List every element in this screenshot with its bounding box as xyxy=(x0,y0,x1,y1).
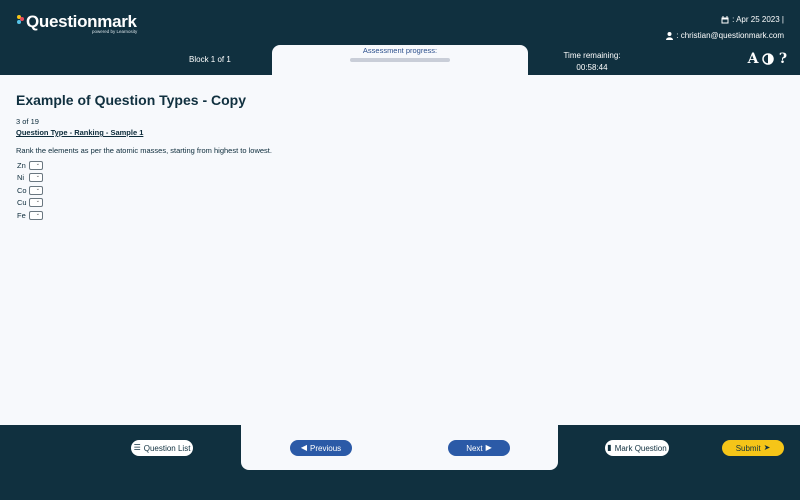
chevron-down-icon: ⌄ xyxy=(35,173,40,180)
accessibility-tools: A ? xyxy=(747,51,789,67)
progress-label: Assessment progress: xyxy=(362,46,438,55)
rank-select[interactable]: ⌄ xyxy=(29,198,43,208)
arrow-right-circle-icon: ▶ xyxy=(485,443,492,452)
rank-item-label: Fe xyxy=(17,210,26,220)
rank-item-label: Zn xyxy=(17,160,26,170)
rank-item: Co ⌄ xyxy=(16,184,776,197)
mark-question-label: Mark Question xyxy=(614,443,667,453)
progress-bar xyxy=(350,58,450,62)
logo-mark-icon xyxy=(17,15,24,24)
arrow-left-circle-icon: ◀ xyxy=(300,443,308,452)
submit-button[interactable]: Submit ➤ xyxy=(722,440,784,456)
help-icon[interactable]: ? xyxy=(777,51,789,67)
rank-item: Cu ⌄ xyxy=(16,197,776,210)
question-counter: 3 of 19 xyxy=(16,117,39,126)
contrast-icon[interactable] xyxy=(762,52,774,66)
user-email: : christian@questionmark.com xyxy=(676,31,784,40)
rank-item: Fe ⌄ xyxy=(16,209,776,222)
user-icon xyxy=(666,32,674,40)
time-label: Time remaining: xyxy=(563,51,621,60)
font-size-icon[interactable]: A xyxy=(747,51,759,67)
next-label: Next xyxy=(466,443,483,453)
chevron-down-icon: ⌄ xyxy=(35,198,40,205)
session-date: : Apr 25 2023 | xyxy=(732,15,784,24)
chevron-down-icon: ⌄ xyxy=(35,210,40,217)
time-remaining: Time remaining: 00:58:44 xyxy=(552,50,632,74)
next-button[interactable]: Next ▶ xyxy=(448,440,510,456)
chevron-down-icon: ⌄ xyxy=(35,185,40,192)
calendar-icon xyxy=(721,16,729,24)
ranking-list: Zn ⌄ Ni ⌄ Co ⌄ Cu ⌄ Fe ⌄ xyxy=(16,159,776,222)
mark-question-button[interactable]: ▮ Mark Question xyxy=(605,440,669,456)
paper-plane-icon: ➤ xyxy=(763,443,771,452)
page-title: Example of Question Types - Copy xyxy=(16,92,247,108)
submit-label: Submit xyxy=(735,443,761,453)
block-indicator: Block 1 of 1 xyxy=(189,55,231,64)
chevron-down-icon: ⌄ xyxy=(35,160,40,167)
question-stem: Rank the elements as per the atomic mass… xyxy=(16,146,272,155)
rank-item: Ni ⌄ xyxy=(16,172,776,185)
rank-item: Zn ⌄ xyxy=(16,159,776,172)
time-value: 00:58:44 xyxy=(576,63,608,72)
navigation-panel xyxy=(241,425,558,470)
question-type-heading: Question Type - Ranking - Sample 1 xyxy=(16,128,144,137)
question-list-label: Question List xyxy=(143,443,191,453)
rank-select[interactable]: ⌄ xyxy=(29,173,43,183)
previous-label: Previous xyxy=(310,443,342,453)
rank-select[interactable]: ⌄ xyxy=(29,160,43,170)
question-list-button[interactable]: ☰ Question List xyxy=(131,440,193,456)
rank-select[interactable]: ⌄ xyxy=(29,210,43,220)
session-info: : Apr 25 2023 | : christian@questionmark… xyxy=(666,12,784,44)
bookmark-icon: ▮ xyxy=(607,443,612,452)
question-area: Example of Question Types - Copy 3 of 19… xyxy=(16,92,776,222)
logo-subtext: powered by Learnosity xyxy=(92,29,138,34)
previous-button[interactable]: ◀ Previous xyxy=(290,440,352,456)
rank-item-label: Co xyxy=(17,185,27,195)
rank-item-label: Cu xyxy=(17,198,27,208)
rank-item-label: Ni xyxy=(17,173,25,183)
rank-select[interactable]: ⌄ xyxy=(29,185,43,195)
list-icon: ☰ xyxy=(133,443,141,452)
progress-panel: Assessment progress: xyxy=(272,45,528,79)
